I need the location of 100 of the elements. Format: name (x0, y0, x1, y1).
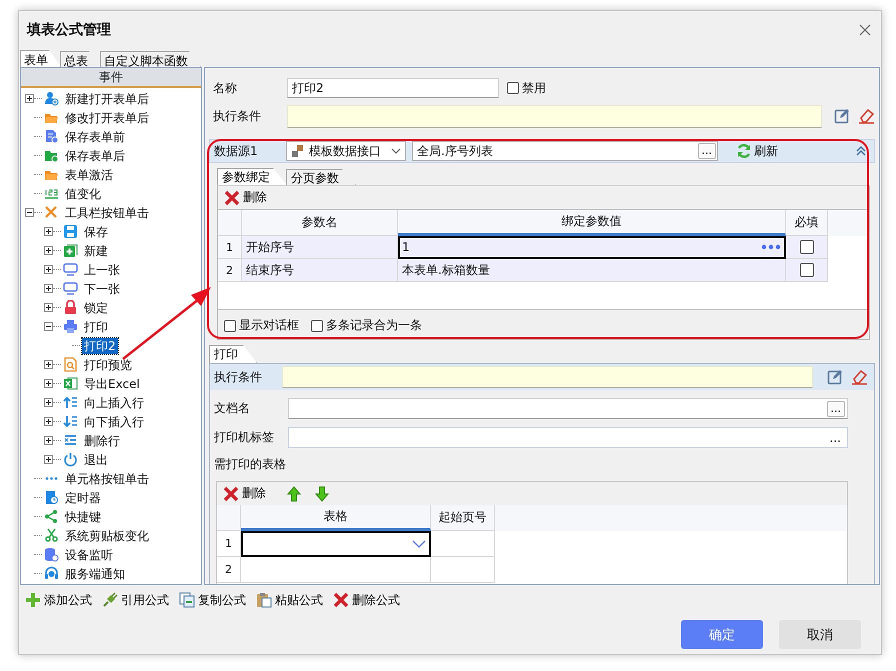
expand-toggle[interactable] (44, 360, 53, 369)
table-cell[interactable]: 1 (398, 236, 786, 259)
tab[interactable]: 打印 (209, 345, 257, 363)
tree-item[interactable]: 快捷键 (63, 508, 103, 524)
expand-toggle[interactable] (44, 398, 53, 407)
document-check-icon (44, 129, 59, 144)
printer-icon (63, 319, 78, 334)
tree-item[interactable]: 新建打开表单后 (63, 90, 151, 106)
tree-item[interactable]: 单元格按钮单击 (63, 470, 151, 486)
expand-toggle[interactable] (44, 436, 53, 445)
edit-icon[interactable] (834, 108, 851, 125)
double-chevron-up-icon[interactable] (856, 146, 866, 156)
tab[interactable]: 分页参数 (286, 169, 356, 185)
condition-field[interactable] (287, 105, 822, 128)
expand-toggle[interactable] (44, 265, 53, 274)
checkbox[interactable] (800, 263, 814, 277)
toolbar-button[interactable]: 引用公式 (102, 592, 169, 608)
eraser-icon[interactable] (858, 108, 875, 125)
expand-toggle[interactable] (44, 379, 53, 388)
share-icon (44, 509, 59, 524)
tree-item[interactable]: 导出Excel (82, 376, 142, 392)
cross-icon (223, 486, 239, 502)
browse-button[interactable]: ... (826, 400, 845, 416)
tree-item[interactable]: 新建 (82, 242, 110, 258)
source-field[interactable]: 全局.序号列表 ... (412, 141, 718, 161)
confirm-button[interactable]: 确定 (681, 620, 763, 649)
copy-document-icon (179, 592, 195, 608)
row-number: 1 (218, 236, 242, 259)
headset-icon (44, 566, 59, 581)
toolbar-button[interactable]: 添加公式 (25, 592, 92, 608)
cancel-button[interactable]: 取消 (779, 620, 861, 649)
tree-item[interactable]: 退出 (82, 452, 110, 468)
arrow-down-icon[interactable] (314, 486, 330, 502)
tree-item[interactable]: 保存 (82, 224, 110, 240)
tree-item[interactable]: 向上插入行 (82, 394, 146, 410)
edit-icon[interactable] (827, 368, 844, 386)
collapse-toggle[interactable] (44, 322, 53, 331)
close-icon[interactable] (859, 24, 871, 36)
expand-toggle[interactable] (44, 303, 53, 312)
table-cell[interactable] (431, 557, 495, 583)
chevron-down-icon (391, 148, 401, 154)
eraser-icon[interactable] (851, 368, 868, 386)
tree-item[interactable]: 向下插入行 (82, 414, 146, 430)
tab[interactable]: 自定义脚本函数 (100, 51, 201, 67)
row-number: 2 (218, 259, 242, 282)
tree-item[interactable]: 打印 (82, 318, 110, 334)
expand-toggle[interactable] (44, 417, 53, 426)
row-number: 2 (217, 557, 241, 583)
tree-item[interactable]: 打印2 (82, 338, 118, 354)
browse-button[interactable]: ... (698, 143, 716, 159)
name-field[interactable]: 打印2 (287, 78, 499, 98)
expand-toggle[interactable] (44, 284, 53, 293)
table-dropdown-cell[interactable] (241, 531, 431, 557)
tree-item[interactable]: 锁定 (82, 300, 110, 316)
arrow-up-icon[interactable] (286, 486, 302, 502)
checkbox[interactable] (311, 320, 323, 332)
tree-item[interactable]: 修改打开表单后 (63, 110, 151, 126)
checkbox[interactable] (800, 240, 814, 254)
database-icon (44, 547, 59, 562)
tab[interactable]: 表单 (20, 50, 61, 67)
browse-link[interactable]: ... (830, 428, 845, 446)
tree-item[interactable]: 工具栏按钮单击 (63, 204, 151, 220)
toolbar-button[interactable]: 粘贴公式 (256, 592, 323, 608)
toolbar-button[interactable]: 删除公式 (333, 592, 400, 608)
tree-item[interactable]: 表单激活 (63, 166, 115, 182)
table-cell[interactable] (431, 531, 495, 557)
delete-button[interactable]: 删除 (224, 189, 267, 206)
source-type-dropdown[interactable]: 模板数据接口 (286, 141, 406, 161)
tree-item[interactable]: 保存表单前 (63, 128, 127, 144)
refresh-button[interactable]: 刷新 (736, 142, 778, 160)
toolbar-button[interactable]: 复制公式 (179, 592, 246, 608)
table-dropdown-cell[interactable] (241, 557, 431, 583)
tree-item[interactable]: 设备监听 (63, 546, 115, 562)
tree-item[interactable]: 系统剪贴板变化 (63, 528, 151, 544)
plus-icon (25, 592, 41, 608)
tree-item[interactable]: 上一张 (82, 262, 122, 278)
tab[interactable]: 参数绑定 (217, 168, 287, 185)
expand-toggle[interactable] (44, 246, 53, 255)
field-label: 名称 (212, 80, 238, 96)
table-cell[interactable]: 本表单.标箱数量 (398, 259, 786, 282)
table-cell: 开始序号 (242, 236, 398, 259)
document-name-field[interactable]: ... (288, 398, 848, 419)
expand-toggle[interactable] (44, 227, 53, 236)
tree-item[interactable]: 值变化 (63, 186, 103, 202)
tree-item[interactable]: 删除行 (82, 432, 122, 448)
tree-item[interactable]: 保存表单后 (63, 148, 127, 164)
tree-item[interactable]: 打印预览 (82, 356, 134, 372)
chevron-down-icon[interactable] (412, 540, 426, 548)
more-icon[interactable] (761, 243, 781, 251)
delete-button[interactable]: 删除 (223, 485, 266, 502)
expand-toggle[interactable] (25, 94, 34, 103)
printer-tag-field[interactable]: ... (288, 427, 848, 448)
tree-item[interactable]: 服务端通知 (63, 566, 127, 582)
expand-toggle[interactable] (44, 455, 53, 464)
collapse-toggle[interactable] (25, 208, 34, 217)
condition-field[interactable] (282, 366, 813, 388)
checkbox[interactable] (224, 320, 236, 332)
checkbox[interactable] (507, 82, 519, 94)
tree-item[interactable]: 定时器 (63, 490, 103, 506)
tree-item[interactable]: 下一张 (82, 280, 122, 296)
